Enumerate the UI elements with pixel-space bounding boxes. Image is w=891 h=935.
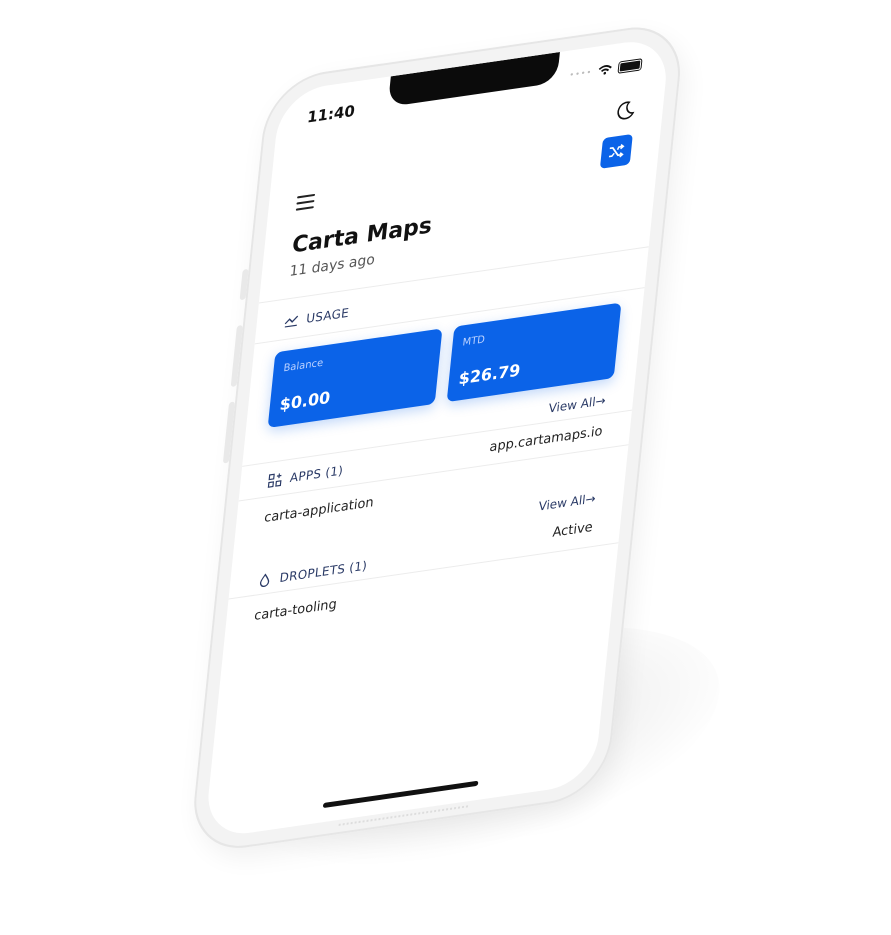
mute-switch	[239, 268, 249, 301]
status-time: 11:40	[306, 101, 356, 127]
dark-mode-moon-icon[interactable]	[614, 99, 636, 122]
droplet-icon	[259, 573, 270, 587]
wifi-icon	[598, 65, 612, 75]
droplet-name[interactable]: carta-tooling	[253, 597, 337, 624]
shuffle-icon	[608, 144, 625, 158]
chart-line-icon	[284, 315, 299, 328]
droplet-status: Active	[551, 519, 594, 541]
mtd-value: $26.79	[457, 360, 522, 389]
menu-icon[interactable]	[295, 190, 316, 215]
switch-project-button[interactable]	[599, 133, 633, 169]
battery-icon	[617, 58, 643, 74]
project-title: Carta Maps	[290, 213, 434, 259]
apps-view-all-link[interactable]: View All→	[548, 393, 606, 415]
droplets-section-header: DROPLETS (1)	[257, 558, 368, 588]
notch	[387, 51, 560, 107]
mtd-label: MTD	[461, 334, 486, 349]
mtd-card[interactable]: MTD $26.79	[446, 302, 622, 403]
volume-up-button	[230, 324, 243, 388]
volume-down-button	[222, 401, 236, 464]
droplets-view-all-link[interactable]: View All→	[538, 491, 596, 513]
phone-mockup: 11:40 •••• Carta Maps 11 days ago USAGE …	[188, 19, 686, 856]
balance-card[interactable]: Balance $0.00	[267, 328, 443, 428]
apps-heading: APPS (1)	[289, 463, 344, 486]
signal-icon: ••••	[569, 66, 593, 80]
apps-grid-icon	[267, 473, 282, 488]
balance-label: Balance	[282, 357, 324, 375]
apps-section-header: APPS (1)	[267, 463, 344, 488]
phone-bezel: 11:40 •••• Carta Maps 11 days ago USAGE …	[188, 19, 686, 856]
app-name[interactable]: carta-application	[263, 495, 374, 526]
app-screen: 11:40 •••• Carta Maps 11 days ago USAGE …	[203, 36, 671, 840]
usage-heading: USAGE	[305, 305, 350, 326]
balance-value: $0.00	[278, 387, 332, 415]
status-icons: ••••	[569, 58, 643, 81]
home-indicator[interactable]	[322, 780, 479, 809]
usage-section-header: USAGE	[284, 306, 350, 330]
